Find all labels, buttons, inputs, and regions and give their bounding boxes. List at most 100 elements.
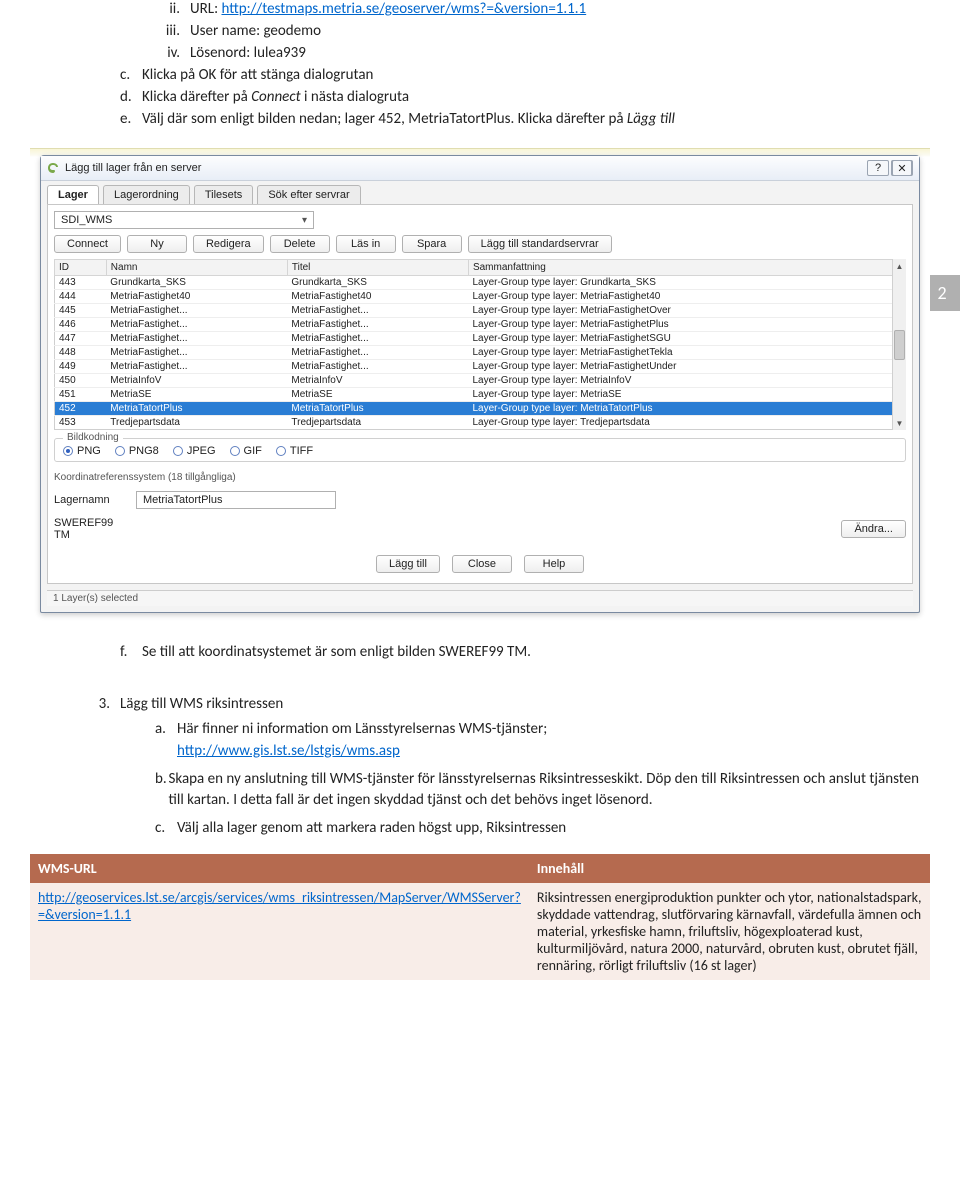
wms-info-table: WMS-URL Innehåll http://geoservices.lst.… [30, 854, 930, 981]
radio-label: GIF [244, 445, 262, 457]
encoding-radio-gif[interactable]: GIF [230, 445, 262, 457]
window-titlebar: Lägg till lager från en server ? ✕ [41, 156, 919, 181]
table-cell: MetriaFastighet... [106, 304, 287, 318]
item-mark: e. [120, 110, 142, 128]
table-cell: 443 [55, 276, 107, 290]
ny-button[interactable]: Ny [127, 235, 187, 253]
encoding-radio-tiff[interactable]: TIFF [276, 445, 313, 457]
help-button[interactable]: ? [867, 160, 889, 176]
table-cell: 448 [55, 346, 107, 360]
server-select-value: SDI_WMS [61, 214, 112, 226]
close-button[interactable]: Close [452, 555, 512, 573]
item-mark: iii. [150, 22, 180, 40]
encoding-radio-png[interactable]: PNG [63, 445, 101, 457]
table-row[interactable]: 447MetriaFastighet...MetriaFastighet...L… [55, 332, 906, 346]
table-cell: MetriaInfoV [106, 374, 287, 388]
item-mark: c. [155, 818, 177, 840]
lägg-till-button[interactable]: Lägg till [376, 555, 440, 573]
item-text: Klicka därefter på Connect i nästa dialo… [142, 88, 409, 106]
item-mark: b. [155, 769, 169, 813]
table-row[interactable]: 445MetriaFastighet...MetriaFastighet...L… [55, 304, 906, 318]
item-mark: d. [120, 88, 142, 106]
item-mark: c. [120, 66, 142, 84]
table-cell: MetriaFastighet... [106, 360, 287, 374]
status-bar: 1 Layer(s) selected [47, 590, 913, 606]
table-row[interactable]: 446MetriaFastighet...MetriaFastighet...L… [55, 318, 906, 332]
layer-table-wrap: IDNamnTitelSammanfattning 443Grundkarta_… [54, 259, 906, 430]
item-mark: f. [120, 643, 142, 661]
encoding-radio-png8[interactable]: PNG8 [115, 445, 159, 457]
tab-tilesets[interactable]: Tilesets [194, 185, 254, 204]
change-crs-button[interactable]: Ändra... [841, 520, 906, 538]
tab-lagerordning[interactable]: Lagerordning [103, 185, 190, 204]
wms-url-link[interactable]: http://testmaps.metria.se/geoserver/wms?… [221, 0, 586, 18]
crs-count-label: Koordinatreferenssystem (18 tillgångliga… [54, 472, 906, 483]
column-header[interactable]: Namn [106, 260, 287, 276]
table-cell: MetriaFastighet40 [287, 290, 468, 304]
vertical-scrollbar[interactable]: ▲ ▼ [892, 259, 906, 430]
column-header[interactable]: Sammanfattning [468, 260, 905, 276]
table-cell: MetriaInfoV [287, 374, 468, 388]
table-row[interactable]: 453TredjepartsdataTredjepartsdataLayer-G… [55, 416, 906, 430]
table-cell: MetriaFastighet... [106, 318, 287, 332]
lst-info-link[interactable]: http://www.gis.lst.se/lstgis/wms.asp [177, 742, 400, 760]
d-suffix: i nästa dialogruta [301, 88, 409, 106]
lägg-till-standardservrar-button[interactable]: Lägg till standardservrar [468, 235, 612, 253]
tab-sök-efter-servrar[interactable]: Sök efter servrar [257, 185, 360, 204]
info-head-content: Innehåll [529, 854, 930, 883]
layername-input[interactable]: MetriaTatortPlus [136, 491, 336, 509]
delete-button[interactable]: Delete [270, 235, 330, 253]
redigera-button[interactable]: Redigera [193, 235, 264, 253]
info-head-url: WMS-URL [30, 854, 529, 883]
scroll-up-icon: ▲ [893, 259, 906, 273]
radio-icon [230, 446, 240, 456]
connect-button[interactable]: Connect [54, 235, 121, 253]
item-mark: a. [155, 719, 177, 763]
table-cell: MetriaFastighet... [287, 360, 468, 374]
table-row[interactable]: 448MetriaFastighet...MetriaFastighet...L… [55, 346, 906, 360]
table-cell: 449 [55, 360, 107, 374]
e-italic: Lägg till [627, 110, 675, 128]
table-row[interactable]: 444MetriaFastighet40MetriaFastighet40Lay… [55, 290, 906, 304]
section-number: 3. [30, 695, 120, 713]
column-header[interactable]: ID [55, 260, 107, 276]
table-cell: Layer-Group type layer: MetriaSE [468, 388, 905, 402]
table-cell: Layer-Group type layer: MetriaFastighet4… [468, 290, 905, 304]
table-cell: 452 [55, 402, 107, 416]
section-3-letters: a. Här finner ni information om Länsstyr… [30, 719, 930, 840]
item-text: Välj där som enligt bilden nedan; lager … [142, 110, 675, 128]
roman-list: ii. URL: http://testmaps.metria.se/geose… [30, 0, 930, 62]
table-cell: 453 [55, 416, 107, 430]
table-row[interactable]: 452MetriaTatortPlusMetriaTatortPlusLayer… [55, 402, 906, 416]
scroll-thumb[interactable] [894, 330, 905, 360]
item-text: Klicka på OK för att stänga dialogrutan [142, 66, 373, 84]
layer-table[interactable]: IDNamnTitelSammanfattning 443Grundkarta_… [54, 259, 906, 430]
table-row[interactable]: 443Grundkarta_SKSGrundkarta_SKSLayer-Gro… [55, 276, 906, 290]
table-cell: Layer-Group type layer: MetriaInfoV [468, 374, 905, 388]
läs-in-button[interactable]: Läs in [336, 235, 396, 253]
item-text: URL: http://testmaps.metria.se/geoserver… [190, 0, 586, 18]
server-select[interactable]: SDI_WMS ▾ [54, 211, 314, 229]
help-button[interactable]: Help [524, 555, 584, 573]
table-cell: MetriaFastighet... [287, 346, 468, 360]
radio-label: TIFF [290, 445, 313, 457]
table-cell: Layer-Group type layer: Tredjepartsdata [468, 416, 905, 430]
window-title: Lägg till lager från en server [65, 162, 867, 174]
item-text: Välj alla lager genom att markera raden … [177, 818, 566, 840]
encoding-radio-jpeg[interactable]: JPEG [173, 445, 216, 457]
table-cell: Layer-Group type layer: MetriaFastighetS… [468, 332, 905, 346]
table-cell: Grundkarta_SKS [106, 276, 287, 290]
spara-button[interactable]: Spara [402, 235, 462, 253]
tab-lager[interactable]: Lager [47, 185, 99, 204]
table-cell: Tredjepartsdata [106, 416, 287, 430]
riksintressen-wms-link[interactable]: http://geoservices.lst.se/arcgis/service… [38, 889, 521, 923]
table-row[interactable]: 450MetriaInfoVMetriaInfoVLayer-Group typ… [55, 374, 906, 388]
close-button[interactable]: ✕ [891, 160, 913, 176]
encoding-group: Bildkodning PNGPNG8JPEGGIFTIFF [54, 438, 906, 462]
table-cell: MetriaFastighet... [287, 332, 468, 346]
table-cell: Layer-Group type layer: MetriaFastighetT… [468, 346, 905, 360]
column-header[interactable]: Titel [287, 260, 468, 276]
item-text: Skapa en ny anslutning till WMS-tjänster… [169, 769, 930, 813]
table-row[interactable]: 451MetriaSEMetriaSELayer-Group type laye… [55, 388, 906, 402]
table-row[interactable]: 449MetriaFastighet...MetriaFastighet...L… [55, 360, 906, 374]
